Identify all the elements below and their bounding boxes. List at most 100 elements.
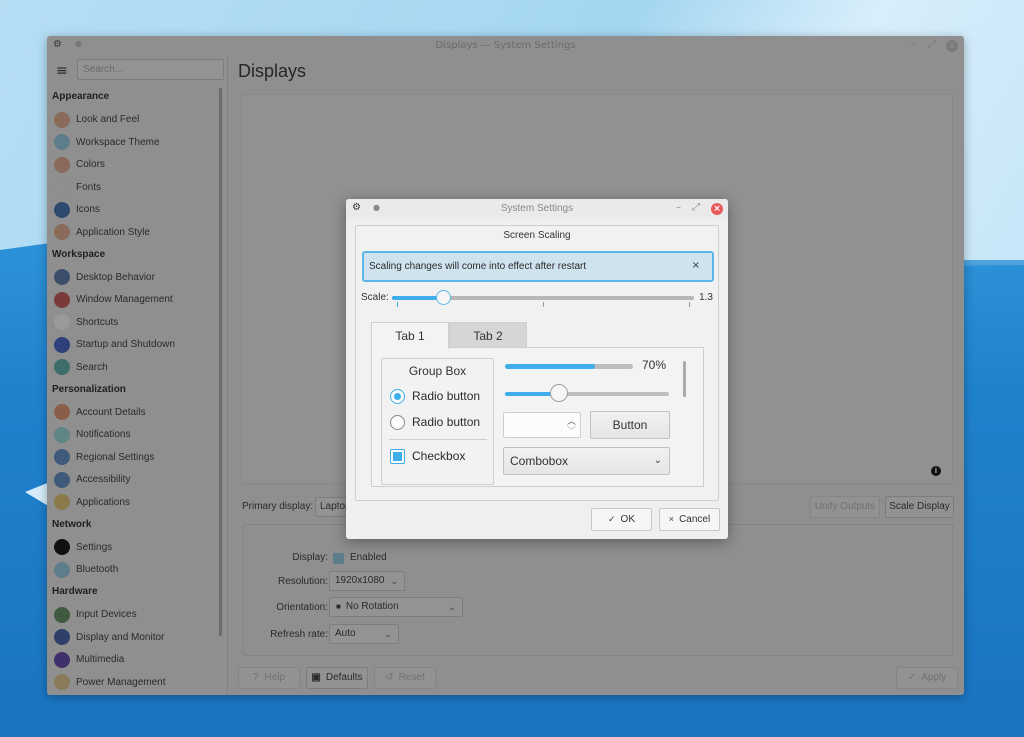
sidebar-item-label: Workspace Theme: [76, 136, 160, 148]
sidebar-item-label: Power Management: [76, 676, 166, 688]
maximize-button[interactable]: ⤢: [928, 39, 936, 50]
screen-settings-panel: Laptop Screen Display: Enabled Resolutio…: [243, 524, 953, 656]
resolution-value: 1920x1080: [335, 575, 385, 586]
sidebar-item-multimedia[interactable]: Multimedia: [47, 649, 222, 672]
network-settings-icon: [54, 539, 70, 556]
look-and-feel-icon: [54, 111, 70, 128]
ok-label: OK: [620, 514, 635, 525]
combobox[interactable]: Combobox ⌄: [503, 447, 670, 475]
screen-scaling-dialog: ⚙ ● System Settings – ⤢ × Screen Scaling…: [346, 199, 728, 539]
sidebar-category: Workspace: [52, 248, 106, 260]
dialog-titlebar[interactable]: ⚙ ● System Settings – ⤢ ×: [346, 199, 728, 219]
sidebar-item-account-details[interactable]: Account Details: [47, 401, 222, 424]
checkbox[interactable]: [390, 449, 405, 464]
close-button[interactable]: ×: [946, 40, 958, 52]
unify-outputs-button[interactable]: Unify Outputs: [810, 496, 880, 518]
minimize-button[interactable]: –: [911, 39, 916, 50]
search-input[interactable]: Search...: [77, 59, 224, 80]
help-label: Help: [264, 672, 286, 683]
defaults-button[interactable]: ▣ Defaults: [306, 667, 368, 689]
power-management-icon: [54, 674, 70, 691]
info-message-bar: Scaling changes will come into effect af…: [362, 251, 714, 282]
apply-label: Apply: [921, 672, 947, 683]
reset-label: Reset: [398, 672, 425, 683]
tab-2[interactable]: Tab 2: [449, 322, 527, 348]
resolution-combo[interactable]: 1920x1080 ⌄: [329, 571, 405, 591]
rotation-icon: ■: [336, 602, 341, 611]
sidebar-item-colors[interactable]: Colors: [47, 154, 222, 177]
sidebar-scrollbar[interactable]: [219, 88, 222, 636]
scale-tick: [397, 302, 398, 307]
chevron-down-icon[interactable]: ﹀: [567, 424, 576, 437]
sidebar-item-look-and-feel[interactable]: Look and Feel: [47, 109, 222, 132]
sidebar-item-label: Regional Settings: [76, 451, 155, 463]
bluetooth-icon: [54, 561, 70, 578]
cancel-button[interactable]: × Cancel: [659, 508, 720, 531]
shortcuts-icon: [54, 314, 70, 331]
check-icon: ✓: [608, 514, 616, 524]
sidebar-item-applications[interactable]: Applications: [47, 491, 222, 514]
sidebar-item-input-devices[interactable]: Input Devices: [47, 604, 222, 627]
hamburger-menu-icon[interactable]: ≡: [56, 63, 68, 79]
sidebar-item-power-management[interactable]: Power Management: [47, 671, 222, 694]
orientation-value: No Rotation: [345, 601, 399, 612]
sidebar-item-label: Account Details: [76, 406, 146, 418]
sidebar-item-application-style[interactable]: Application Style: [47, 221, 222, 244]
sidebar-item-label: Display and Monitor: [76, 631, 165, 643]
sidebar-item-workspace-theme[interactable]: Workspace Theme: [47, 131, 222, 154]
maximize-button[interactable]: ⤢: [692, 202, 700, 213]
close-button[interactable]: ×: [711, 203, 723, 215]
sidebar-category: Personalization: [52, 383, 126, 395]
sidebar-item-label: Input Devices: [76, 609, 137, 621]
orientation-combo[interactable]: ■ No Rotation ⌄: [329, 597, 463, 617]
sidebar-item-display-and-monitor[interactable]: Display and Monitor: [47, 626, 222, 649]
sidebar-item-window-management[interactable]: Window Management: [47, 289, 222, 312]
scale-slider-thumb[interactable]: [436, 290, 452, 305]
sidebar-item-settings[interactable]: Settings: [47, 536, 222, 559]
ok-button[interactable]: ✓ OK: [591, 508, 652, 531]
sidebar-item-shortcuts[interactable]: Shortcuts: [47, 311, 222, 334]
accessibility-icon: [54, 471, 70, 488]
display-monitor-icon: [54, 629, 70, 646]
sidebar-item-search[interactable]: Search: [47, 356, 222, 379]
display-label: Display:: [292, 552, 328, 563]
scale-display-button[interactable]: Scale Display: [885, 496, 954, 518]
sidebar-item-accessibility[interactable]: Accessibility: [47, 469, 222, 492]
radio-button-1[interactable]: [390, 389, 405, 404]
vertical-scrollbar[interactable]: [683, 361, 686, 397]
scale-slider[interactable]: [392, 290, 694, 305]
window-management-icon: [54, 291, 70, 308]
tab-1[interactable]: Tab 1: [371, 322, 449, 349]
spinbox[interactable]: ︿ ﹀: [503, 412, 581, 438]
generic-button[interactable]: Button: [590, 411, 670, 439]
sidebar-category: Network: [52, 518, 92, 530]
sidebar-item-icons[interactable]: Icons: [47, 199, 222, 222]
main-titlebar[interactable]: ⚙ ● Displays — System Settings – ⤢ ×: [47, 36, 964, 56]
slider-thumb[interactable]: [550, 384, 569, 402]
sidebar-item-startup-and-shutdown[interactable]: Startup and Shutdown: [47, 334, 222, 357]
minimize-button[interactable]: –: [676, 202, 681, 213]
sidebar-item-fonts[interactable]: Fonts: [47, 176, 222, 199]
sidebar-item-label: Notifications: [76, 429, 131, 441]
refresh-rate-combo[interactable]: Auto ⌄: [329, 624, 399, 644]
display-enabled-checkbox[interactable]: [333, 553, 344, 564]
notifications-icon: [54, 426, 70, 443]
sidebar-item-bluetooth[interactable]: Bluetooth: [47, 559, 222, 582]
sidebar-item-label: Bluetooth: [76, 564, 119, 576]
apply-button[interactable]: ✓ Apply: [896, 667, 958, 689]
message-close-icon[interactable]: ×: [692, 260, 700, 271]
sidebar-item-notifications[interactable]: Notifications: [47, 424, 222, 447]
reset-button[interactable]: ↺ Reset: [374, 667, 436, 689]
progress-bar-fill: [505, 364, 595, 369]
page-title: Displays: [238, 61, 307, 81]
orientation-label: Orientation:: [276, 602, 328, 613]
cancel-icon: ×: [668, 514, 675, 524]
sidebar-item-label: Applications: [76, 496, 130, 508]
info-icon[interactable]: i: [931, 466, 941, 476]
radio-button-2[interactable]: [390, 415, 405, 430]
sidebar-item-regional-settings[interactable]: Regional Settings: [47, 446, 222, 469]
sidebar-item-desktop-behavior[interactable]: Desktop Behavior: [47, 266, 222, 289]
help-button[interactable]: ? Help: [238, 667, 300, 689]
horizontal-slider[interactable]: [505, 384, 669, 402]
dialog-title: System Settings: [500, 203, 574, 214]
